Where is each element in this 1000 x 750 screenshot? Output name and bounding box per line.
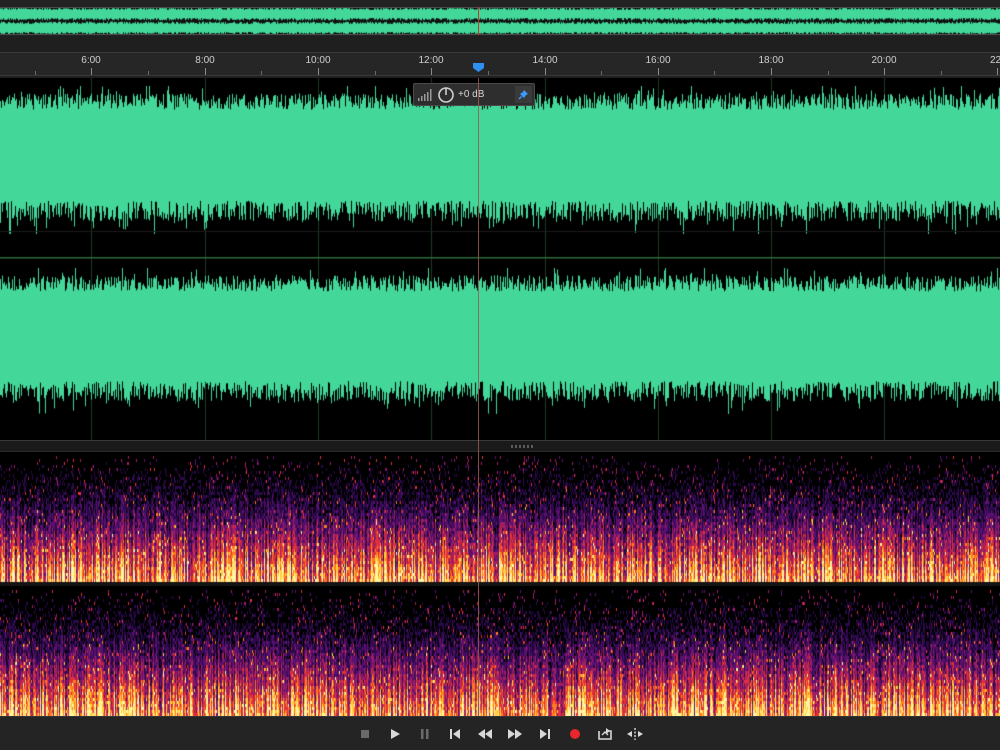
ruler-tick bbox=[91, 68, 92, 75]
volume-bars-icon bbox=[414, 84, 436, 105]
ruler-tick bbox=[545, 68, 546, 75]
ruler-tick bbox=[148, 71, 149, 75]
pause-button[interactable] bbox=[410, 719, 440, 749]
skip-to-start-icon bbox=[449, 728, 461, 740]
ruler-tick bbox=[205, 68, 206, 75]
pin-icon[interactable] bbox=[515, 86, 532, 103]
visible-range-indicator[interactable] bbox=[0, 7, 1000, 35]
stop-button[interactable] bbox=[350, 719, 380, 749]
ruler-label: 20:00 bbox=[871, 55, 897, 66]
record-icon bbox=[569, 728, 581, 740]
ruler-tick bbox=[997, 68, 998, 75]
ruler-tick bbox=[601, 71, 602, 75]
skip-selection-button[interactable] bbox=[620, 719, 650, 749]
ruler-tick bbox=[318, 68, 319, 75]
ruler-tick bbox=[884, 68, 885, 75]
ruler-tick bbox=[714, 71, 715, 75]
panel-divider[interactable] bbox=[0, 440, 1000, 452]
pause-icon bbox=[420, 728, 430, 740]
rewind-button[interactable] bbox=[470, 719, 500, 749]
ruler-tick bbox=[261, 71, 262, 75]
hud-volume-control[interactable]: +0 dB bbox=[413, 83, 535, 106]
record-button[interactable] bbox=[560, 719, 590, 749]
transport-bar bbox=[0, 716, 1000, 750]
overview-waveform[interactable] bbox=[0, 0, 1000, 36]
rewind-icon bbox=[477, 728, 493, 740]
current-time-indicator-icon[interactable] bbox=[473, 63, 484, 72]
ruler-label: 8:00 bbox=[195, 55, 215, 66]
ruler-tick bbox=[488, 71, 489, 75]
waveform-display[interactable] bbox=[0, 78, 1000, 440]
go-to-end-button[interactable] bbox=[530, 719, 560, 749]
waveform-canvas[interactable] bbox=[0, 78, 1000, 440]
ruler-tick bbox=[375, 71, 376, 75]
gain-value[interactable]: +0 dB bbox=[456, 89, 506, 100]
ruler-label: 22: bbox=[990, 55, 1000, 66]
fast-forward-button[interactable] bbox=[500, 719, 530, 749]
ruler-tick bbox=[431, 68, 432, 75]
ruler-tick bbox=[828, 71, 829, 75]
overview-playhead bbox=[478, 7, 479, 35]
spectral-frequency-display[interactable] bbox=[0, 452, 1000, 716]
ruler-tick bbox=[771, 68, 772, 75]
ruler-tick bbox=[658, 68, 659, 75]
ruler-label: 10:00 bbox=[305, 55, 331, 66]
skip-selection-icon bbox=[626, 727, 644, 740]
ruler-label: 16:00 bbox=[645, 55, 671, 66]
play-button[interactable] bbox=[380, 719, 410, 749]
fast-forward-icon bbox=[507, 728, 523, 740]
volume-knob-icon[interactable] bbox=[436, 84, 456, 105]
ruler-label: 12:00 bbox=[418, 55, 444, 66]
skip-to-end-icon bbox=[539, 728, 551, 740]
ruler-label: 18:00 bbox=[758, 55, 784, 66]
spectral-canvas[interactable] bbox=[0, 452, 1000, 716]
go-to-start-button[interactable] bbox=[440, 719, 470, 749]
loop-icon bbox=[597, 727, 613, 741]
ruler-tick bbox=[35, 71, 36, 75]
stop-icon bbox=[360, 729, 370, 739]
ruler-label: 6:00 bbox=[81, 55, 101, 66]
ruler-label: 14:00 bbox=[532, 55, 558, 66]
divider-grip[interactable] bbox=[511, 445, 535, 448]
time-ruler[interactable]: 6:00 8:00 10:00 12:00 14:00 16:00 18:00 … bbox=[0, 52, 1000, 76]
ruler-tick bbox=[941, 71, 942, 75]
loop-playback-button[interactable] bbox=[590, 719, 620, 749]
play-icon bbox=[389, 728, 401, 740]
playhead[interactable] bbox=[478, 78, 479, 716]
